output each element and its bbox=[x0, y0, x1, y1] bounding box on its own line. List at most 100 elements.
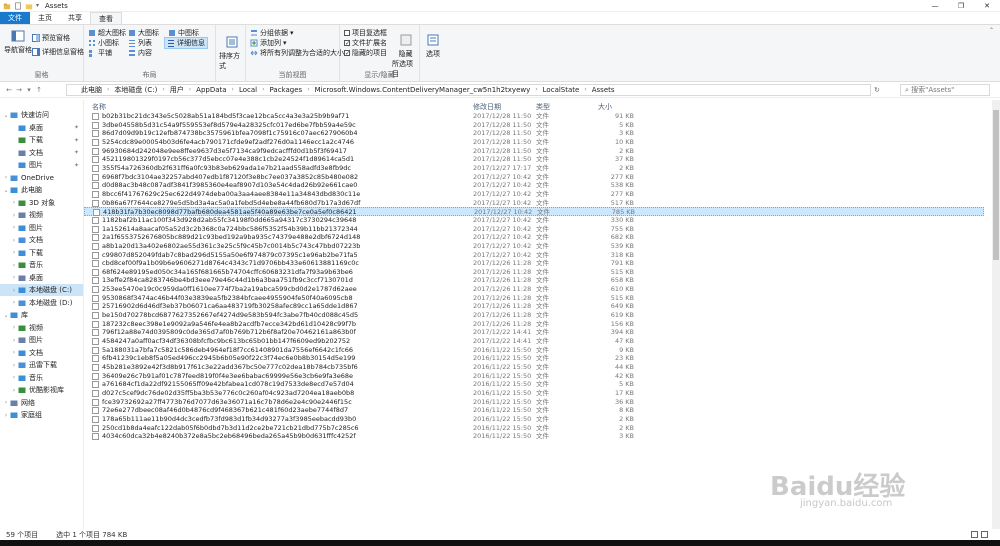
chevron-right-icon[interactable]: › bbox=[10, 237, 18, 244]
nav-item[interactable]: › 迅雷下载 bbox=[0, 359, 83, 371]
chevron-right-icon[interactable]: › bbox=[10, 324, 18, 331]
chevron-right-icon[interactable]: › bbox=[2, 399, 10, 406]
chevron-right-icon[interactable]: › bbox=[2, 174, 10, 181]
table-row[interactable]: 4584247a0aff0acf34df36308bfcfbc9bc613bc6… bbox=[84, 337, 984, 346]
nav-item[interactable]: 文档 ✦ bbox=[0, 147, 83, 159]
nav-pane-button[interactable]: 导航窗格 bbox=[4, 29, 32, 55]
table-row[interactable]: 253ee5470e19c0c959da0ff1610ee774f7ba2a19… bbox=[84, 285, 984, 294]
preview-pane-button[interactable]: 预览窗格 bbox=[32, 33, 70, 43]
crumb-0[interactable]: 此电脑 bbox=[79, 85, 104, 95]
nav-item[interactable]: › 视频 bbox=[0, 322, 83, 334]
chevron-down-icon[interactable]: ⌄ bbox=[2, 312, 10, 319]
table-row[interactable]: 187232c8eec398e1e9092a9a546fe4ea8b2acdfb… bbox=[84, 320, 984, 329]
table-row[interactable]: 796f12a88e74d0395809c0de365d7af0b769b712… bbox=[84, 328, 984, 337]
address-bar[interactable]: 此电脑 › 本地磁盘 (C:) › 用户 › AppData › Local › Pack… bbox=[66, 83, 871, 96]
content-view-button[interactable]: 内容 bbox=[128, 48, 152, 58]
table-row[interactable]: fce39732692a27ff4773b76d7077d63e36071a16… bbox=[84, 398, 984, 407]
chevron-right-icon[interactable]: › bbox=[10, 374, 18, 381]
up-button[interactable]: ↑ bbox=[34, 86, 44, 94]
nav-item[interactable]: › 家庭组 bbox=[0, 409, 83, 421]
nav-item[interactable]: › 下载 bbox=[0, 247, 83, 259]
table-row[interactable]: 418b31fa7b30ec8098d77bafb680dea4581ae5f4… bbox=[84, 207, 984, 217]
details-view-button[interactable]: 详细信息 bbox=[164, 37, 208, 49]
new-folder-icon[interactable] bbox=[25, 2, 33, 10]
nav-item[interactable]: › 文档 bbox=[0, 234, 83, 246]
chevron-right-icon[interactable]: › bbox=[10, 299, 18, 306]
refresh-button[interactable]: ↻ bbox=[874, 86, 880, 94]
recent-locations-button[interactable]: ▾ bbox=[24, 86, 34, 94]
table-row[interactable]: 45b281e3892e42f3d8b917f61c3e22add367bc50… bbox=[84, 363, 984, 372]
chevron-down-icon[interactable]: ▾ bbox=[36, 2, 39, 9]
table-row[interactable]: 68f624e89195ed050c34a165f681665b74704cff… bbox=[84, 268, 984, 277]
table-row[interactable]: 5a188031a7bfa7c5821c586deb4964ef18f7cc61… bbox=[84, 346, 984, 355]
table-row[interactable]: 5254cdc89e00054b03d6fe4acb790171cfde9ef2… bbox=[84, 138, 984, 147]
nav-item[interactable]: ⌄ 此电脑 bbox=[0, 184, 83, 196]
nav-item[interactable]: › 视频 bbox=[0, 209, 83, 221]
table-row[interactable]: 250cd1b8da4eafc122dab05f6b0dbd7b3d11d2ce… bbox=[84, 424, 984, 433]
table-row[interactable]: 452119801329f0197cb56c377d5ebcc07e4e388c… bbox=[84, 155, 984, 164]
xlarge-icons-button[interactable]: 超大图标 bbox=[88, 28, 126, 38]
nav-item[interactable]: › 图片 bbox=[0, 222, 83, 234]
large-icons-view-icon[interactable] bbox=[981, 531, 988, 538]
minimize-button[interactable]: — bbox=[922, 0, 948, 12]
large-icons-button[interactable]: 大图标 bbox=[128, 28, 159, 38]
maximize-button[interactable]: ❐ bbox=[948, 0, 974, 12]
table-row[interactable]: a8b1a20d13a402e6802ae55d361c3e25c5f9c45b… bbox=[84, 242, 984, 251]
chevron-right-icon[interactable]: › bbox=[10, 274, 18, 281]
fit-columns-button[interactable]: 将所有列调整为合适的大小 bbox=[250, 48, 344, 58]
nav-item[interactable]: › 音乐 bbox=[0, 372, 83, 384]
table-row[interactable]: 13effe2f84ca8283746be4bd3eee79e46c44d1b6… bbox=[84, 276, 984, 285]
table-row[interactable]: 1a152614a8aacaf05a52d3c2b368c0a724bbc586… bbox=[84, 225, 984, 234]
details-view-icon[interactable] bbox=[971, 531, 978, 538]
crumb-8[interactable]: Assets bbox=[590, 86, 617, 94]
nav-item[interactable]: › 音乐 bbox=[0, 259, 83, 271]
table-row[interactable]: 0b86a67f7644ce8279e5d5bd3a4ac5a0a1febd5d… bbox=[84, 199, 984, 208]
nav-item[interactable]: › 文档 bbox=[0, 347, 83, 359]
item-checkboxes-toggle[interactable]: 项目复选框 bbox=[344, 28, 387, 38]
crumb-1[interactable]: 本地磁盘 (C:) bbox=[112, 85, 159, 95]
options-button[interactable]: 选项 bbox=[426, 33, 440, 59]
forward-button[interactable]: → bbox=[14, 86, 24, 94]
table-row[interactable]: 25716902d6d46df3eb37b06071ca6aa483719fb3… bbox=[84, 302, 984, 311]
file-extensions-toggle[interactable]: ✓ 文件扩展名 bbox=[344, 38, 387, 48]
table-row[interactable]: 3dbe04558b5d31c54a9f559553ef8d579e4a2832… bbox=[84, 121, 984, 130]
nav-item[interactable]: › 桌面 bbox=[0, 272, 83, 284]
nav-item[interactable]: 桌面 ✦ bbox=[0, 122, 83, 134]
nav-item[interactable]: › 本地磁盘 (D:) bbox=[0, 297, 83, 309]
chevron-right-icon[interactable]: › bbox=[10, 262, 18, 269]
crumb-2[interactable]: 用户 bbox=[168, 85, 186, 95]
table-row[interactable]: c99807d852049fdab7c8bad296d5155a50e6f974… bbox=[84, 251, 984, 260]
chevron-right-icon[interactable]: › bbox=[10, 212, 18, 219]
chevron-right-icon[interactable]: › bbox=[10, 362, 18, 369]
chevron-down-icon[interactable]: ⌄ bbox=[2, 112, 10, 119]
tab-view[interactable]: 查看 bbox=[90, 12, 122, 24]
chevron-right-icon[interactable]: › bbox=[10, 337, 18, 344]
table-row[interactable]: d027c5cef9dc76de02d35ff5ba3b53e776c0c260… bbox=[84, 389, 984, 398]
chevron-up-icon[interactable]: ⌃ bbox=[989, 27, 994, 34]
chevron-right-icon[interactable]: › bbox=[10, 387, 18, 394]
nav-item[interactable]: › OneDrive bbox=[0, 172, 83, 184]
chevron-right-icon[interactable]: › bbox=[10, 224, 18, 231]
nav-item[interactable]: ⌄ 快速访问 bbox=[0, 109, 83, 121]
search-input[interactable]: ⌕ 搜索"Assets" bbox=[900, 83, 990, 96]
scrollbar-thumb[interactable] bbox=[993, 110, 999, 260]
nav-item[interactable]: › 3D 对象 bbox=[0, 197, 83, 209]
column-header-type[interactable]: 类型 bbox=[536, 102, 550, 112]
table-row[interactable]: 6968f7bdc3104ae32257abd407edb1f87120f3e8… bbox=[84, 173, 984, 182]
column-header-size[interactable]: 大小 bbox=[598, 102, 612, 112]
nav-item[interactable]: ⌄ 库 bbox=[0, 309, 83, 321]
back-button[interactable]: ← bbox=[4, 86, 14, 94]
nav-item[interactable]: › 本地磁盘 (C:) bbox=[0, 284, 83, 296]
pin-icon[interactable]: ✦ bbox=[74, 162, 79, 169]
add-columns-button[interactable]: 添加列 ▾ bbox=[250, 38, 287, 48]
properties-icon[interactable] bbox=[14, 1, 22, 10]
nav-item[interactable]: 下载 ✦ bbox=[0, 134, 83, 146]
tab-share[interactable]: 共享 bbox=[60, 12, 90, 24]
crumb-3[interactable]: AppData bbox=[194, 86, 228, 94]
column-header-name[interactable]: 名称 bbox=[92, 102, 106, 112]
table-row[interactable]: a761684cf1da22df92155065ff09e42bfabea1cd… bbox=[84, 380, 984, 389]
table-row[interactable]: be150d70278bcd6877627352667ef4274d9e583b… bbox=[84, 311, 984, 320]
nav-item[interactable]: › 优酷影视库 bbox=[0, 384, 83, 396]
table-row[interactable]: 6fb41239c1eb8f5a05ed496cc2945b6b05e90f22… bbox=[84, 354, 984, 363]
chevron-right-icon[interactable]: › bbox=[2, 412, 10, 419]
